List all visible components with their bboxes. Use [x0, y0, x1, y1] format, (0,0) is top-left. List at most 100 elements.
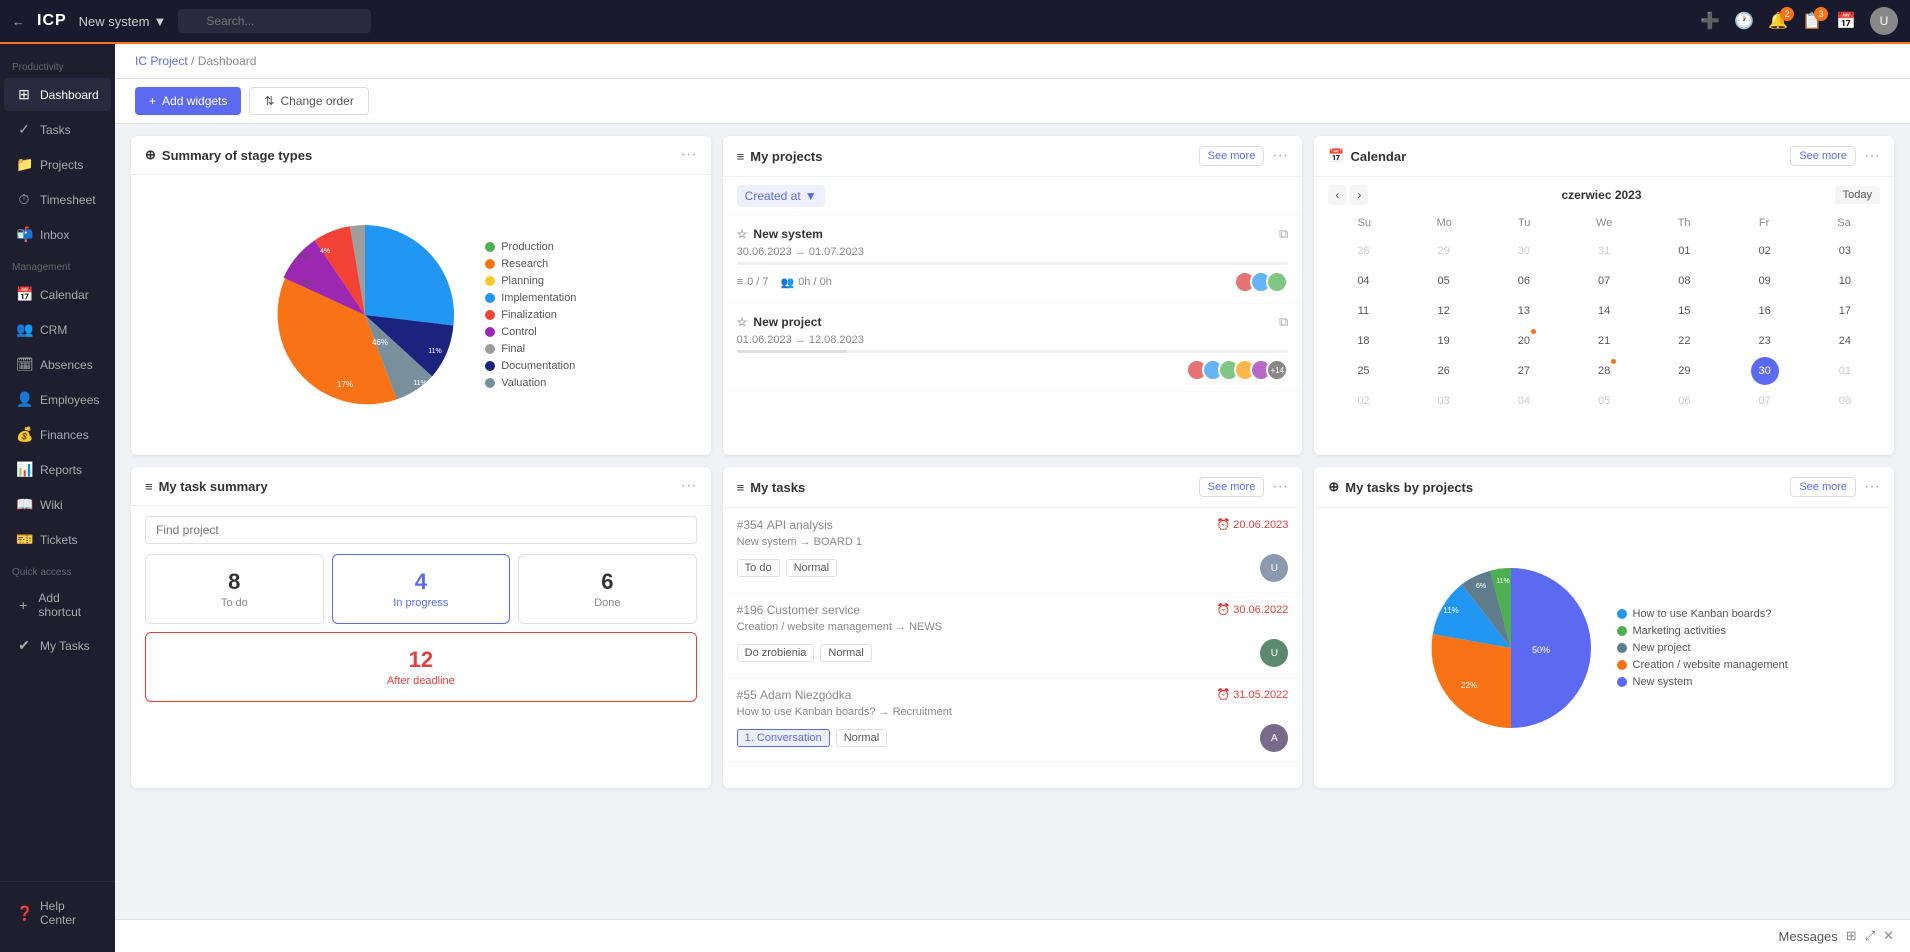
- cal-day-07[interactable]: 07: [1590, 267, 1618, 295]
- share-icon-2[interactable]: ⧉: [1279, 314, 1288, 330]
- system-selector[interactable]: New system ▼: [79, 14, 167, 29]
- add-widgets-button[interactable]: + Add widgets: [135, 87, 241, 115]
- cal-day-13[interactable]: 13: [1510, 297, 1538, 325]
- cal-day-04-next[interactable]: 04: [1510, 387, 1538, 415]
- sidebar-item-dashboard[interactable]: ⊞ Dashboard: [4, 78, 111, 111]
- my-tasks-menu[interactable]: ···: [1272, 478, 1288, 496]
- search-input[interactable]: [178, 9, 371, 33]
- user-avatar[interactable]: U: [1870, 7, 1898, 35]
- cal-day-08-next[interactable]: 08: [1831, 387, 1859, 415]
- my-projects-see-more[interactable]: See more: [1199, 146, 1265, 166]
- cal-day-03[interactable]: 03: [1831, 237, 1859, 265]
- sidebar-item-inbox[interactable]: 📬 Inbox: [4, 218, 111, 251]
- cal-day-10[interactable]: 10: [1831, 267, 1859, 295]
- share-icon-1[interactable]: ⧉: [1279, 226, 1288, 242]
- sidebar-item-absences[interactable]: 🗓 Absences: [4, 348, 111, 381]
- tasks-by-projects-see-more[interactable]: See more: [1790, 477, 1856, 497]
- cal-day-05[interactable]: 05: [1430, 267, 1458, 295]
- cal-day-09[interactable]: 09: [1751, 267, 1779, 295]
- cal-day-30-prev[interactable]: 30: [1510, 237, 1538, 265]
- cal-day-02-next[interactable]: 02: [1349, 387, 1377, 415]
- cal-day-12[interactable]: 12: [1430, 297, 1458, 325]
- cal-day-18[interactable]: 18: [1349, 327, 1377, 355]
- sidebar-item-projects[interactable]: 📁 Projects: [4, 148, 111, 181]
- sidebar-item-add-shortcut[interactable]: + Add shortcut: [4, 583, 111, 627]
- task-summary-menu[interactable]: ···: [681, 477, 697, 495]
- tasks-by-projects-menu[interactable]: ···: [1864, 478, 1880, 496]
- cal-day-01-next[interactable]: 01: [1831, 357, 1859, 385]
- find-project-input[interactable]: [145, 516, 697, 544]
- sidebar-item-finances[interactable]: 💰 Finances: [4, 418, 111, 451]
- messages-grid-icon[interactable]: ⊞: [1846, 928, 1857, 944]
- cal-day-31-prev[interactable]: 31: [1590, 237, 1618, 265]
- change-order-button[interactable]: ⇅ Change order: [249, 87, 368, 115]
- add-icon[interactable]: ➕: [1700, 11, 1720, 31]
- cal-day-08[interactable]: 08: [1670, 267, 1698, 295]
- cal-day-01[interactable]: 01: [1670, 237, 1698, 265]
- project-name-2: ☆ New project: [737, 315, 822, 329]
- sidebar-item-reports[interactable]: 📊 Reports: [4, 453, 111, 486]
- sidebar-item-help[interactable]: ❓ Help Center: [4, 891, 111, 935]
- cal-day-28[interactable]: 28: [1590, 357, 1618, 385]
- clipboard-icon[interactable]: 📋 3: [1802, 11, 1822, 31]
- back-icon[interactable]: ←: [12, 14, 25, 29]
- calendar-menu[interactable]: ···: [1864, 147, 1880, 165]
- notification-icon[interactable]: 🔔 2: [1768, 11, 1788, 31]
- cal-day-14[interactable]: 14: [1590, 297, 1618, 325]
- calendar-icon[interactable]: 📅: [1836, 11, 1856, 31]
- messages-expand-icon[interactable]: ⤢: [1865, 928, 1875, 944]
- cal-day-30-today[interactable]: 30: [1751, 357, 1779, 385]
- summary-widget-menu[interactable]: ···: [681, 146, 697, 164]
- dashboard-icon: ⊞: [16, 86, 32, 103]
- cal-day-25[interactable]: 25: [1349, 357, 1377, 385]
- task-summary-content: 8 To do 4 In progress 6 Done 12: [131, 506, 711, 712]
- cal-day-20[interactable]: 20: [1510, 327, 1538, 355]
- cal-day-05-next[interactable]: 05: [1590, 387, 1618, 415]
- cal-today-button[interactable]: Today: [1835, 186, 1880, 204]
- cal-prev-button[interactable]: ‹: [1328, 185, 1346, 205]
- task-avatar-55: A: [1260, 724, 1288, 752]
- star-icon-1[interactable]: ☆: [737, 227, 748, 241]
- cal-day-15[interactable]: 15: [1670, 297, 1698, 325]
- cal-day-22[interactable]: 22: [1670, 327, 1698, 355]
- star-icon-2[interactable]: ☆: [737, 315, 748, 329]
- messages-close-icon[interactable]: ✕: [1883, 928, 1894, 944]
- cal-day-24[interactable]: 24: [1831, 327, 1859, 355]
- history-icon[interactable]: 🕐: [1734, 11, 1754, 31]
- sidebar-item-my-tasks[interactable]: ✔ My Tasks: [4, 629, 111, 662]
- my-projects-menu[interactable]: ···: [1272, 147, 1288, 165]
- sidebar-item-employees[interactable]: 👤 Employees: [4, 383, 111, 416]
- topbar: ← ICP New system ▼ ➕ 🕐 🔔 2 📋 3 📅 U: [0, 0, 1910, 44]
- cal-day-03-next[interactable]: 03: [1430, 387, 1458, 415]
- breadcrumb-parent[interactable]: IC Project: [135, 54, 188, 68]
- cal-day-04[interactable]: 04: [1349, 267, 1377, 295]
- cal-day-27[interactable]: 27: [1510, 357, 1538, 385]
- sidebar-item-crm[interactable]: 👥 CRM: [4, 313, 111, 346]
- cal-day-17[interactable]: 17: [1831, 297, 1859, 325]
- cal-day-06[interactable]: 06: [1510, 267, 1538, 295]
- sort-created-at[interactable]: Created at ▼: [737, 185, 825, 207]
- sidebar-item-timesheet[interactable]: ⏱ Timesheet: [4, 183, 111, 216]
- sidebar-item-calendar[interactable]: 📅 Calendar: [4, 278, 111, 311]
- cal-day-19[interactable]: 19: [1430, 327, 1458, 355]
- cal-day-26[interactable]: 26: [1430, 357, 1458, 385]
- cal-day-28-prev[interactable]: 28: [1349, 237, 1377, 265]
- cal-day-29[interactable]: 29: [1670, 357, 1698, 385]
- sidebar-item-tickets[interactable]: 🎫 Tickets: [4, 523, 111, 556]
- cal-day-07-next[interactable]: 07: [1751, 387, 1779, 415]
- tickets-icon: 🎫: [16, 531, 32, 548]
- cal-next-button[interactable]: ›: [1350, 185, 1368, 205]
- calendar-see-more[interactable]: See more: [1790, 146, 1856, 166]
- cal-day-16[interactable]: 16: [1751, 297, 1779, 325]
- tag-normal-354: Normal: [786, 559, 837, 577]
- cal-day-23[interactable]: 23: [1751, 327, 1779, 355]
- cal-day-02[interactable]: 02: [1751, 237, 1779, 265]
- sidebar-item-wiki[interactable]: 📖 Wiki: [4, 488, 111, 521]
- cal-day-06-next[interactable]: 06: [1670, 387, 1698, 415]
- sidebar-item-tasks[interactable]: ✓ Tasks: [4, 113, 111, 146]
- cal-day-29-prev[interactable]: 29: [1430, 237, 1458, 265]
- my-tasks-see-more[interactable]: See more: [1199, 477, 1265, 497]
- tbp-label-50: 50%: [1531, 645, 1549, 655]
- cal-day-21[interactable]: 21: [1590, 327, 1618, 355]
- cal-day-11[interactable]: 11: [1349, 297, 1377, 325]
